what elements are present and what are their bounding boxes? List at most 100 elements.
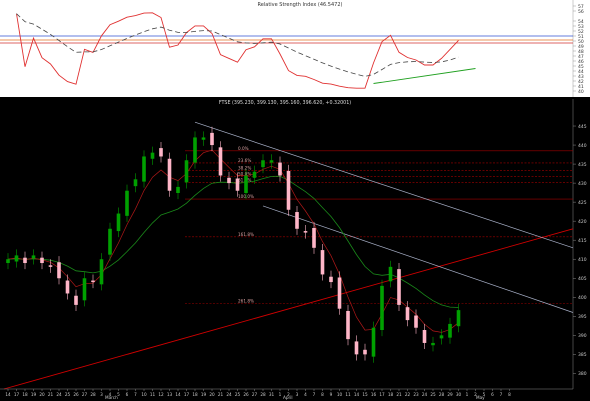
x-tick-label: 10 xyxy=(141,392,147,397)
x-tick-label: 7 xyxy=(500,392,503,397)
candle-body xyxy=(91,280,95,283)
candle-body xyxy=(295,212,299,229)
candle-body xyxy=(218,147,223,176)
candle-body xyxy=(227,177,231,184)
x-tick-label: 21 xyxy=(396,392,402,397)
x-tick-label: 28 xyxy=(439,392,445,397)
price-y-tick-label: 410 xyxy=(578,257,587,263)
candle-body xyxy=(244,175,248,194)
price-y-tick-label: 395 xyxy=(578,314,587,320)
x-tick-label: 28 xyxy=(260,392,266,397)
rsi-y-tick-label: 56 xyxy=(578,9,584,15)
fib-level-label: 261.8% xyxy=(238,298,254,303)
x-tick-label: 25 xyxy=(235,392,241,397)
x-tick-label: 22 xyxy=(405,392,411,397)
x-tick-label: 13 xyxy=(167,392,173,397)
candle-body xyxy=(388,266,393,282)
x-tick-label: 10 xyxy=(337,392,343,397)
x-tick-label: 8 xyxy=(321,392,324,397)
price-y-tick-label: 385 xyxy=(578,352,587,358)
candle-body xyxy=(371,327,376,357)
x-month-label: April xyxy=(283,395,293,400)
x-month-label: May xyxy=(476,395,485,400)
x-tick-label: 17 xyxy=(184,392,190,397)
x-tick-label: 14 xyxy=(5,392,11,397)
candle-body xyxy=(405,307,410,321)
candle-body xyxy=(431,342,435,346)
fib-level-label: 38.2% xyxy=(238,166,251,171)
rsi-title: Relative Strength Index (46.5472) xyxy=(258,2,343,8)
candle-body xyxy=(363,349,367,355)
x-tick-label: 6 xyxy=(491,392,494,397)
x-tick-label: 18 xyxy=(192,392,198,397)
x-tick-label: 19 xyxy=(31,392,37,397)
x-tick-label: 21 xyxy=(48,392,54,397)
candle-body xyxy=(57,262,61,279)
chart-window: Relative Strength Index (46.5472) 57 56 54 5… xyxy=(0,0,590,401)
candle-body xyxy=(329,276,333,283)
candle-body xyxy=(261,160,265,168)
candle-body xyxy=(303,231,308,233)
x-tick-label: 21 xyxy=(218,392,224,397)
x-tick-label: 23 xyxy=(413,392,419,397)
price-y-tick-label: 390 xyxy=(578,333,587,339)
candle-body xyxy=(99,259,104,285)
candle-body xyxy=(150,152,155,159)
x-tick-label: 19 xyxy=(201,392,207,397)
candle-body xyxy=(167,158,172,191)
x-tick-label: 8 xyxy=(508,392,511,397)
x-tick-label: 3 xyxy=(100,392,103,397)
x-tick-label: 24 xyxy=(56,392,62,397)
candle-body xyxy=(312,228,316,248)
candle-body xyxy=(278,162,282,176)
candle-body xyxy=(176,186,180,194)
candle-body xyxy=(82,278,87,301)
x-tick-label: 4 xyxy=(304,392,307,397)
candle-body xyxy=(422,330,427,343)
fib-level-label: 23.6% xyxy=(238,158,251,163)
candle-body xyxy=(40,257,44,264)
fib-level-label: 161.8% xyxy=(238,232,254,237)
candle-body xyxy=(354,341,359,355)
price-y-tick-label: 405 xyxy=(578,276,587,282)
candle-body xyxy=(116,213,121,232)
candle-body xyxy=(414,315,418,328)
x-tick-label: 25 xyxy=(430,392,436,397)
x-tick-label: 30 xyxy=(456,392,462,397)
x-tick-label: 17 xyxy=(14,392,20,397)
candle-body xyxy=(125,190,129,216)
candle-body xyxy=(6,259,10,264)
candle-body xyxy=(235,178,240,191)
x-tick-label: 18 xyxy=(22,392,28,397)
x-tick-label: 20 xyxy=(39,392,45,397)
x-tick-label: 27 xyxy=(82,392,88,397)
candle-body xyxy=(23,257,27,264)
x-tick-label: 9 xyxy=(330,392,333,397)
price-y-tick-label: 445 xyxy=(578,124,587,130)
candle-body xyxy=(286,170,291,210)
x-tick-label: 11 xyxy=(150,392,156,397)
candle-body xyxy=(456,310,461,327)
ftse-chart: Relative Strength Index (46.5472) 5756545… xyxy=(0,0,590,401)
candle-body xyxy=(252,171,257,178)
candle-body xyxy=(184,160,189,183)
candle-body xyxy=(201,137,206,140)
candle-body xyxy=(142,156,146,182)
candle-body xyxy=(380,285,384,331)
rsi-panel-background xyxy=(0,0,590,97)
x-tick-label: 25 xyxy=(65,392,71,397)
price-panel-background xyxy=(0,99,590,401)
x-tick-label: 3 xyxy=(296,392,299,397)
x-tick-label: 27 xyxy=(252,392,258,397)
x-tick-label: 7 xyxy=(134,392,137,397)
candle-body xyxy=(31,255,36,259)
x-tick-label: 28 xyxy=(90,392,96,397)
x-tick-label: 24 xyxy=(226,392,232,397)
x-tick-label: 15 xyxy=(362,392,368,397)
candle-body xyxy=(439,335,444,339)
x-tick-label: 1 xyxy=(279,392,282,397)
candle-body xyxy=(48,265,53,267)
x-month-label: March xyxy=(105,395,118,400)
candle-body xyxy=(65,280,70,294)
price-y-tick-label: 400 xyxy=(578,295,587,301)
